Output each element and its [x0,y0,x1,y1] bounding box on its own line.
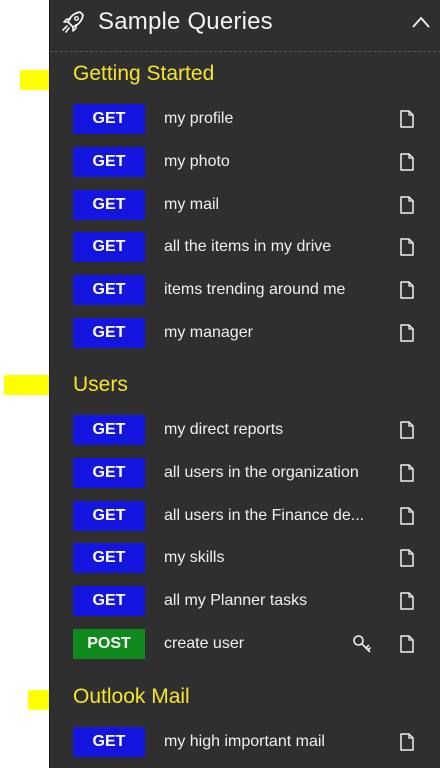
get-method-badge: GET [73,104,145,134]
query-row[interactable]: GET my skills [50,543,440,577]
section-heading: Outlook Mail [73,685,190,708]
query-label: create user [164,635,245,652]
query-row[interactable]: GET all users in the organization [50,457,440,492]
query-label: all the items in my drive [164,238,332,256]
document-icon[interactable] [400,324,414,342]
query-row[interactable]: GET all my Planner tasks [50,586,440,620]
query-label: all my Planner tasks [164,592,308,610]
get-method-badge: GET [73,275,145,306]
query-label: all users in the Finance de... [164,506,365,524]
document-icon[interactable] [400,110,414,128]
rocket-icon [62,11,84,33]
query-label: items trending around me [164,281,346,299]
query-label: my high important mail [164,733,325,750]
document-icon[interactable] [400,464,414,482]
get-method-badge: GET [73,543,145,574]
query-row[interactable]: GET all users in the Finance de... [50,500,440,535]
document-icon[interactable] [400,153,414,171]
document-icon[interactable] [400,592,414,610]
query-label: my direct reports [164,421,284,438]
query-row[interactable]: GET my mail [50,189,440,224]
query-label: my skills [164,549,225,567]
query-row[interactable]: GET items trending around me [50,275,440,309]
document-icon[interactable] [400,549,414,568]
query-row[interactable]: GET all the items in my drive [50,232,440,266]
key-icon[interactable] [352,634,372,654]
post-method-badge: POST [73,629,145,659]
highlight-mark [20,70,52,90]
document-icon[interactable] [400,733,414,751]
query-label: my mail [164,195,220,213]
query-row[interactable]: GET my direct reports [50,415,440,449]
document-icon[interactable] [400,281,414,299]
query-row[interactable]: POST create user [50,629,440,663]
section-heading: Getting Started [73,62,215,85]
get-method-badge: GET [73,318,145,348]
query-row[interactable]: GET my manager [50,318,440,352]
query-row[interactable]: GET my photo [50,146,440,181]
query-label: my profile [164,110,234,127]
sample-queries-panel: Sample Queries Getting Started GET my prof… [49,0,440,768]
get-method-badge: GET [73,146,145,177]
document-icon[interactable] [400,635,414,653]
get-method-badge: GET [73,232,145,263]
chevron-up-icon[interactable] [412,16,430,28]
query-label: my manager [164,324,253,341]
get-method-badge: GET [73,500,145,531]
get-method-badge: GET [73,586,145,617]
query-label: all users in the organization [164,463,359,481]
get-method-badge: GET [73,189,145,220]
page: Sample Queries Getting Started GET my prof… [0,0,440,768]
document-icon[interactable] [400,195,414,214]
panel-header[interactable]: Sample Queries [50,0,440,52]
document-icon[interactable] [400,421,414,439]
get-method-badge: GET [73,457,145,488]
query-label: my photo [164,152,230,170]
section-heading: Users [73,373,128,396]
get-method-badge: GET [73,415,145,445]
query-row[interactable]: GET my high important mail [50,727,440,761]
document-icon[interactable] [400,238,414,257]
panel-title: Sample Queries [98,8,273,35]
get-method-badge: GET [73,727,145,757]
document-icon[interactable] [400,506,414,525]
query-row[interactable]: GET my profile [50,104,440,138]
highlight-mark [4,375,52,395]
